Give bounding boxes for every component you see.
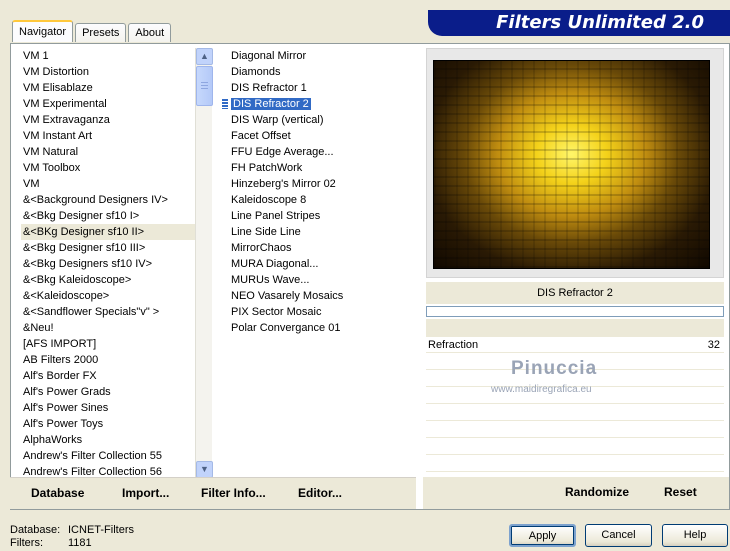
category-list-item[interactable]: VM: [21, 176, 196, 192]
filter-list[interactable]: Diagonal Mirror Diamonds DIS Refractor 1 DI…: [229, 48, 419, 336]
category-list-item[interactable]: [AFS IMPORT]: [21, 336, 196, 352]
category-list-item[interactable]: Alf's Power Sines: [21, 400, 196, 416]
filter-list-item[interactable]: MURA Diagonal...: [229, 256, 419, 272]
apply-button[interactable]: Apply: [509, 524, 576, 547]
scroll-thumb[interactable]: [196, 66, 213, 106]
param-value: 32: [707, 339, 720, 351]
randomize-button[interactable]: Randomize: [565, 485, 629, 499]
category-list-item[interactable]: Alf's Power Grads: [21, 384, 196, 400]
tab-navigator[interactable]: Navigator: [12, 20, 74, 42]
filter-list-item[interactable]: MirrorChaos: [229, 240, 419, 256]
category-list-item[interactable]: Alf's Power Toys: [21, 416, 196, 432]
filter-list-item[interactable]: Line Side Line: [229, 224, 419, 240]
param-row-empty: [426, 405, 724, 421]
param-row-refraction[interactable]: Refraction 32: [426, 337, 724, 353]
category-list-item[interactable]: VM Natural: [21, 144, 196, 160]
database-value: ICNET-Filters: [68, 524, 134, 536]
category-list-item[interactable]: &<BKg Designer sf10 II>: [21, 224, 196, 240]
category-list-item[interactable]: &<Bkg Kaleidoscope>: [21, 272, 196, 288]
param-row-empty: [426, 456, 724, 472]
category-list-item[interactable]: VM Extravaganza: [21, 112, 196, 128]
category-list-item[interactable]: &<Kaleidoscope>: [21, 288, 196, 304]
category-list-item[interactable]: &<Bkg Designers sf10 IV>: [21, 256, 196, 272]
filter-list-item[interactable]: FFU Edge Average...: [229, 144, 419, 160]
filter-list-item[interactable]: Diagonal Mirror: [229, 48, 419, 64]
filter-list-item[interactable]: Line Panel Stripes: [229, 208, 419, 224]
watermark-url: www.maidiregrafica.eu: [491, 384, 592, 395]
preset-command-bar: Randomize Reset: [423, 477, 729, 509]
import-button[interactable]: Import...: [122, 486, 169, 500]
category-list-item[interactable]: VM Distortion: [21, 64, 196, 80]
database-button[interactable]: Database: [31, 486, 84, 500]
filter-list-item[interactable]: PIX Sector Mosaic: [229, 304, 419, 320]
category-list-item[interactable]: Andrew's Filter Collection 55: [21, 448, 196, 464]
category-list-item[interactable]: Alf's Border FX: [21, 368, 196, 384]
help-button[interactable]: Help: [662, 524, 728, 547]
category-list-item[interactable]: VM Toolbox: [21, 160, 196, 176]
category-list-item[interactable]: AlphaWorks: [21, 432, 196, 448]
category-list-item[interactable]: AB Filters 2000: [21, 352, 196, 368]
filter-list-item[interactable]: MURUs Wave...: [229, 272, 419, 288]
scroll-down-button[interactable]: ▼: [196, 461, 213, 478]
category-list-item[interactable]: &<Sandflower Specials"v" >: [21, 304, 196, 320]
editor-button[interactable]: Editor...: [298, 486, 342, 500]
param-row-empty: [426, 422, 724, 438]
category-scrollbar[interactable]: ▲ ▼: [195, 48, 213, 478]
filter-list-item[interactable]: FH PatchWork: [229, 160, 419, 176]
cancel-button[interactable]: Cancel: [585, 524, 652, 547]
category-list-item[interactable]: &<Bkg Designer sf10 III>: [21, 240, 196, 256]
watermark-name: Pinuccia: [511, 358, 598, 379]
filter-list-item[interactable]: DIS Warp (vertical): [229, 112, 419, 128]
app-banner-title: Filters Unlimited 2.0: [428, 10, 730, 36]
command-bar: Database Import... Filter Info... Editor…: [10, 477, 416, 509]
filter-info-button[interactable]: Filter Info...: [201, 486, 266, 500]
filters-count: 1181: [68, 537, 92, 549]
filter-list-item[interactable]: Kaleidoscope 8: [229, 192, 419, 208]
progress-bar: [426, 306, 724, 317]
category-list[interactable]: VM 1 VM Distortion VM Elisablaze VM Experim…: [21, 48, 196, 480]
filter-list-item[interactable]: NEO Vasarely Mosaics: [229, 288, 419, 304]
reset-button[interactable]: Reset: [664, 485, 697, 499]
param-label: Refraction: [428, 339, 479, 351]
preview-image: [433, 60, 710, 269]
filter-list-item[interactable]: Polar Convergance 01: [229, 320, 419, 336]
selected-filter-highlight[interactable]: DIS Refractor 2: [231, 98, 311, 110]
preview-frame: [426, 48, 724, 278]
category-list-item[interactable]: VM Experimental: [21, 96, 196, 112]
filter-list-item[interactable]: Hinzeberg's Mirror 02: [229, 176, 419, 192]
scroll-up-button[interactable]: ▲: [196, 48, 213, 65]
tab-about[interactable]: About: [128, 23, 172, 42]
category-list-item[interactable]: VM 1: [21, 48, 196, 64]
filters-label: Filters:: [10, 537, 43, 549]
category-list-item[interactable]: VM Instant Art: [21, 128, 196, 144]
filter-list-item[interactable]: Facet Offset: [229, 128, 419, 144]
category-list-item[interactable]: &<Background Designers IV>: [21, 192, 196, 208]
tab-presets[interactable]: Presets: [75, 23, 127, 42]
category-list-item[interactable]: VM Elisablaze: [21, 80, 196, 96]
filter-list-item[interactable]: DIS Refractor 1: [229, 80, 419, 96]
filter-list-item[interactable]: DIS Refractor 2: [229, 96, 419, 112]
database-label: Database:: [10, 524, 61, 536]
category-list-item[interactable]: &<Bkg Designer sf10 I>: [21, 208, 196, 224]
filter-list-item[interactable]: Diamonds: [229, 64, 419, 80]
navigator-panel: VM 1 VM Distortion VM Elisablaze VM Experim…: [10, 43, 730, 510]
selection-marker-icon: [222, 99, 228, 109]
category-list-item[interactable]: &Neu!: [21, 320, 196, 336]
tab-bar: Navigator Presets About: [12, 20, 173, 42]
param-row-empty: [426, 439, 724, 455]
selected-filter-name: DIS Refractor 2: [426, 282, 724, 304]
param-header-spacer: [426, 319, 724, 337]
